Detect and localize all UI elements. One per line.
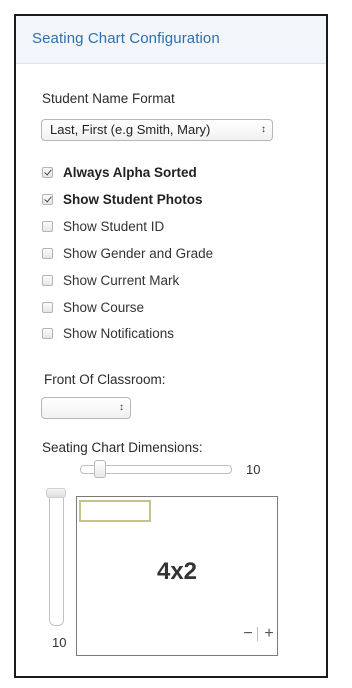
option-label: Show Notifications — [63, 325, 175, 341]
option-label: Show Current Mark — [63, 272, 180, 288]
option-show-course[interactable]: Show Course — [42, 297, 144, 317]
columns-value: 10 — [246, 462, 261, 477]
rows-value: 10 — [52, 635, 67, 650]
zoom-out-button[interactable]: − — [240, 626, 256, 642]
option-show-current-mark[interactable]: Show Current Mark — [42, 270, 179, 290]
name-format-value: Last, First (e.g Smith, Mary) — [50, 122, 211, 137]
name-format-select[interactable]: Last, First (e.g Smith, Mary) ↕ — [41, 119, 273, 141]
option-label: Show Course — [63, 299, 145, 315]
rows-slider-track[interactable] — [49, 490, 64, 626]
grid-selection-cell[interactable] — [79, 500, 151, 522]
checkbox-checked-icon[interactable] — [42, 193, 53, 205]
zoom-in-button[interactable]: + — [261, 626, 277, 642]
checkbox-icon[interactable] — [42, 274, 53, 286]
checkbox-icon[interactable] — [42, 327, 53, 339]
panel-header: Seating Chart Configuration — [16, 16, 326, 64]
option-label: Show Student ID — [63, 218, 165, 234]
grid-dimensions-label: 4x2 — [156, 558, 198, 585]
select-arrows-icon: ↕ — [119, 402, 124, 413]
option-always-alpha-sorted[interactable]: Always Alpha Sorted — [42, 162, 197, 182]
zoom-divider — [257, 627, 258, 641]
select-arrows-icon: ↕ — [261, 124, 266, 135]
front-of-classroom-select[interactable]: ↕ — [41, 397, 131, 419]
option-show-notifications[interactable]: Show Notifications — [42, 323, 174, 343]
columns-slider-thumb[interactable] — [94, 460, 106, 478]
option-show-student-id[interactable]: Show Student ID — [42, 216, 164, 236]
checkbox-checked-icon[interactable] — [42, 166, 53, 178]
option-show-student-photos[interactable]: Show Student Photos — [42, 189, 203, 209]
panel-title: Seating Chart Configuration — [32, 30, 220, 47]
front-of-classroom-label: Front Of Classroom: — [44, 372, 166, 387]
option-label: Always Alpha Sorted — [63, 164, 197, 180]
option-show-gender-and-grade[interactable]: Show Gender and Grade — [42, 243, 213, 263]
checkbox-icon[interactable] — [42, 247, 53, 259]
rows-slider-thumb[interactable] — [46, 488, 66, 498]
checkbox-icon[interactable] — [42, 220, 53, 232]
checkbox-icon[interactable] — [42, 301, 53, 313]
dimensions-label: Seating Chart Dimensions: — [42, 440, 203, 455]
option-label: Show Student Photos — [63, 191, 203, 207]
option-label: Show Gender and Grade — [63, 245, 214, 261]
name-format-label: Student Name Format — [42, 91, 175, 106]
